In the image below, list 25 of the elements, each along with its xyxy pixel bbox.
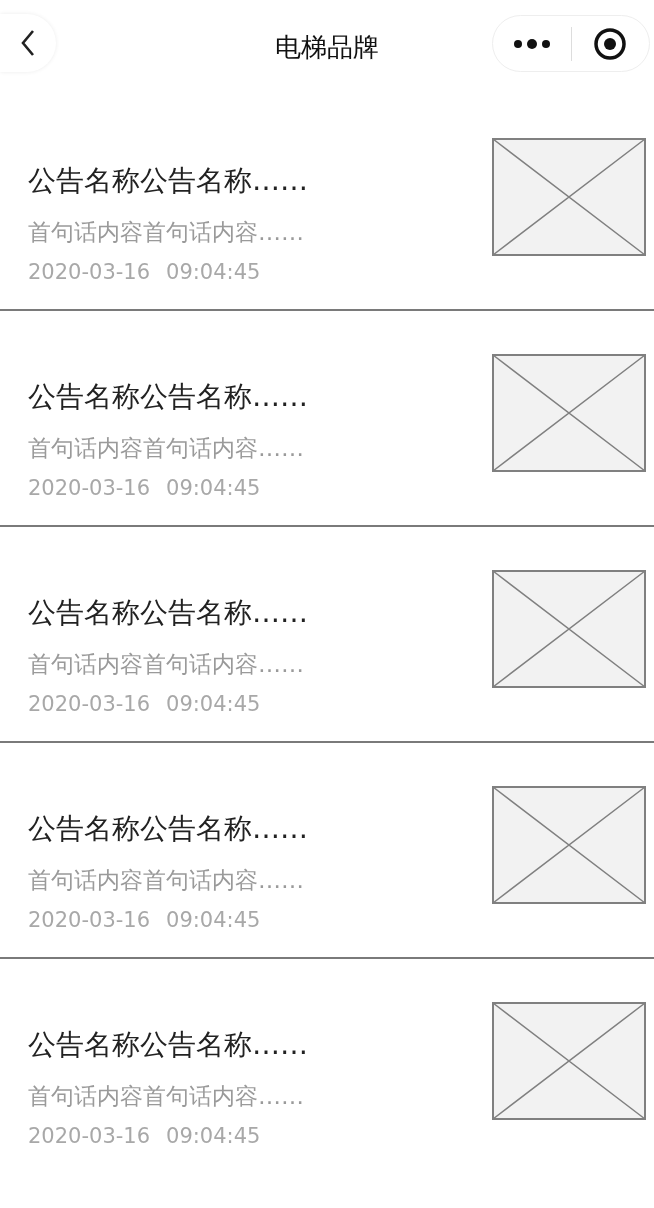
notice-date: 2020-03-16 (28, 475, 151, 502)
notice-summary: 首句话内容首句话内容…… (28, 1082, 305, 1111)
notice-time: 09:04:45 (166, 691, 261, 718)
notice-time: 09:04:45 (166, 1123, 261, 1150)
notice-date: 2020-03-16 (28, 1123, 151, 1150)
notice-title[interactable]: 公告名称公告名称…… (28, 379, 308, 415)
notice-time: 09:04:45 (166, 259, 261, 286)
notice-summary: 首句话内容首句话内容…… (28, 434, 305, 463)
notice-date: 2020-03-16 (28, 907, 151, 934)
notice-title[interactable]: 公告名称公告名称…… (28, 163, 308, 199)
notice-title[interactable]: 公告名称公告名称…… (28, 811, 308, 847)
notice-title[interactable]: 公告名称公告名称…… (28, 1027, 308, 1063)
notice-time: 09:04:45 (166, 907, 261, 934)
notice-date: 2020-03-16 (28, 259, 151, 286)
back-icon (19, 29, 37, 57)
notice-time: 09:04:45 (166, 475, 261, 502)
page-title: 电梯品牌 (274, 31, 380, 64)
notice-summary: 首句话内容首句话内容…… (28, 650, 305, 679)
notice-summary: 首句话内容首句话内容…… (28, 866, 305, 895)
target-icon (593, 26, 628, 61)
more-icon (512, 37, 551, 50)
notice-date: 2020-03-16 (28, 691, 151, 718)
notice-summary: 首句话内容首句话内容…… (28, 218, 305, 247)
notice-title[interactable]: 公告名称公告名称…… (28, 595, 308, 631)
back-button[interactable] (0, 14, 56, 72)
